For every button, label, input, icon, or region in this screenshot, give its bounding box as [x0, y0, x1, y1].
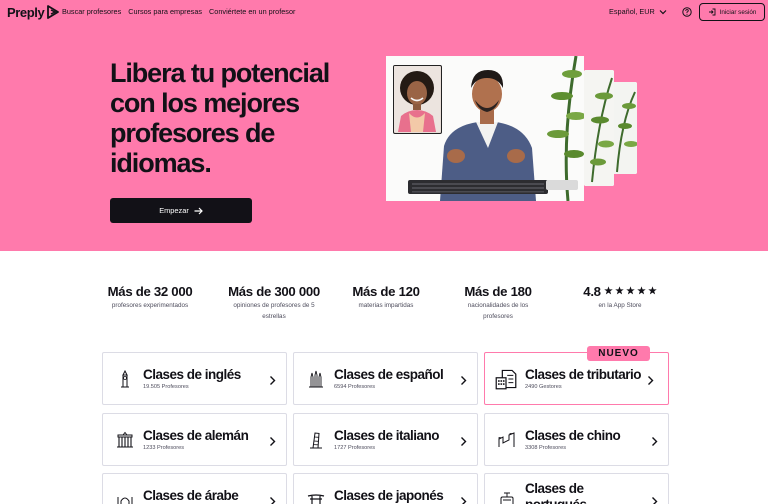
sagrada-familia-icon — [309, 370, 323, 388]
tram-icon — [500, 492, 514, 504]
star-icon — [647, 286, 657, 295]
start-button[interactable]: Empezar — [110, 198, 252, 223]
course-card-chinese[interactable]: Clases de chino 3308 Profesores — [484, 413, 669, 466]
course-title: Clases de portugués — [525, 481, 587, 504]
pisa-tower-icon — [310, 432, 322, 449]
help-icon[interactable] — [682, 7, 692, 17]
preply-logo[interactable]: Preply — [7, 4, 60, 20]
course-title: Clases de italiano — [334, 428, 440, 443]
course-count: 3308 Profesores — [525, 445, 567, 451]
hero-section: Preply Buscar profesores Cursos para emp… — [0, 0, 768, 251]
stat-label: profesores experimentados — [111, 302, 189, 309]
course-card-spanish[interactable]: Clases de español 6594 Profesores — [293, 352, 478, 405]
stat-value: Más de 120 — [352, 284, 420, 299]
stat-label: nacionalidades de los profesores — [467, 302, 529, 320]
nav-link-become-tutor[interactable]: Conviértete en un profesor — [209, 7, 295, 16]
course-title: Clases de japonés — [334, 488, 444, 503]
chevron-right-icon — [652, 437, 658, 446]
chevron-right-icon — [461, 437, 467, 446]
course-title: Clases de chino — [525, 428, 621, 443]
stat-value: Más de 32 000 — [107, 284, 193, 299]
nav-link-find-tutors[interactable]: Buscar profesores — [62, 7, 121, 16]
course-title: Clases de español — [334, 367, 444, 382]
star-icon — [625, 286, 635, 295]
stat-tutors: Más de 32 000 profesores experimentados — [104, 284, 196, 311]
course-count: 19.505 Profesores — [143, 384, 189, 390]
course-card-portuguese[interactable]: Clases de portugués — [484, 473, 669, 504]
video-card-back — [611, 82, 637, 174]
course-card-japanese[interactable]: Clases de japonés — [293, 473, 478, 504]
chevron-right-icon — [270, 497, 276, 504]
stat-label: materias impartidas — [358, 302, 414, 309]
stat-label: en la App Store — [598, 302, 642, 309]
great-wall-icon — [498, 432, 515, 447]
stat-value: Más de 300 000 — [228, 284, 320, 299]
login-label: Iniciar sesión — [719, 8, 757, 16]
course-count: 6594 Profesores — [334, 384, 376, 390]
new-badge: NUEVO — [587, 346, 650, 361]
rating-stars — [603, 286, 657, 295]
course-card-german[interactable]: Clases de alemán 1233 Profesores — [102, 413, 287, 466]
nav-link-business[interactable]: Cursos para empresas — [128, 7, 202, 16]
stat-value: 4.8 — [572, 284, 668, 299]
star-icon — [614, 286, 624, 295]
mosque-icon — [117, 497, 133, 504]
stat-nationalities: Más de 180 nacionalidades de los profeso… — [458, 284, 538, 322]
torii-gate-icon — [307, 494, 325, 504]
preply-logo-icon — [47, 5, 60, 19]
stat-subjects: Más de 120 materias impartidas — [347, 284, 425, 311]
stat-label: opiniones de profesores de 5 estrellas — [233, 302, 315, 320]
course-count: 2490 Gestores — [525, 384, 562, 390]
course-card-italian[interactable]: Clases de italiano 1727 Profesores — [293, 413, 478, 466]
nav-links: Buscar profesores Cursos para empresas C… — [62, 7, 295, 16]
stat-value: Más de 180 — [464, 284, 532, 299]
course-title: Clases de alemán — [143, 428, 249, 443]
course-title: Clases de árabe — [143, 488, 239, 503]
video-card-middle — [584, 70, 614, 186]
course-title: Clases de tributario — [525, 367, 642, 382]
hero-title: Libera tu potencial con los mejores prof… — [110, 58, 330, 178]
course-title: Clases de inglés — [143, 367, 241, 382]
star-icon — [636, 286, 646, 295]
star-icon — [603, 286, 613, 295]
chevron-right-icon — [461, 376, 467, 385]
course-card-arabic[interactable]: Clases de árabe — [102, 473, 287, 504]
brandenburg-gate-icon — [117, 431, 133, 448]
chevron-right-icon — [648, 376, 654, 385]
tutor-thumbnail-image — [393, 65, 442, 134]
course-count: 1727 Profesores — [334, 445, 376, 451]
chevron-right-icon — [461, 497, 467, 504]
chevron-right-icon — [270, 376, 276, 385]
stat-reviews: Más de 300 000 opiniones de profesores d… — [222, 284, 326, 322]
arrow-right-icon — [194, 207, 203, 214]
tax-document-icon — [495, 369, 517, 390]
course-count: 1233 Profesores — [143, 445, 185, 451]
rating-value: 4.8 — [583, 284, 601, 299]
login-button[interactable]: Iniciar sesión — [699, 3, 765, 21]
brand-name: Preply — [7, 4, 45, 20]
stat-app-rating: 4.8 en la App Store — [572, 284, 668, 311]
chevron-down-icon[interactable] — [658, 7, 668, 17]
login-icon — [708, 8, 716, 16]
start-label: Empezar — [159, 206, 189, 215]
top-navigation: Preply Buscar profesores Cursos para emp… — [0, 0, 768, 25]
course-card-english[interactable]: Clases de inglés 19.505 Profesores — [102, 352, 287, 405]
language-currency-selector[interactable]: Español, EUR — [609, 7, 655, 16]
chevron-right-icon — [270, 437, 276, 446]
chevron-right-icon — [652, 497, 658, 504]
big-ben-icon — [121, 370, 129, 388]
